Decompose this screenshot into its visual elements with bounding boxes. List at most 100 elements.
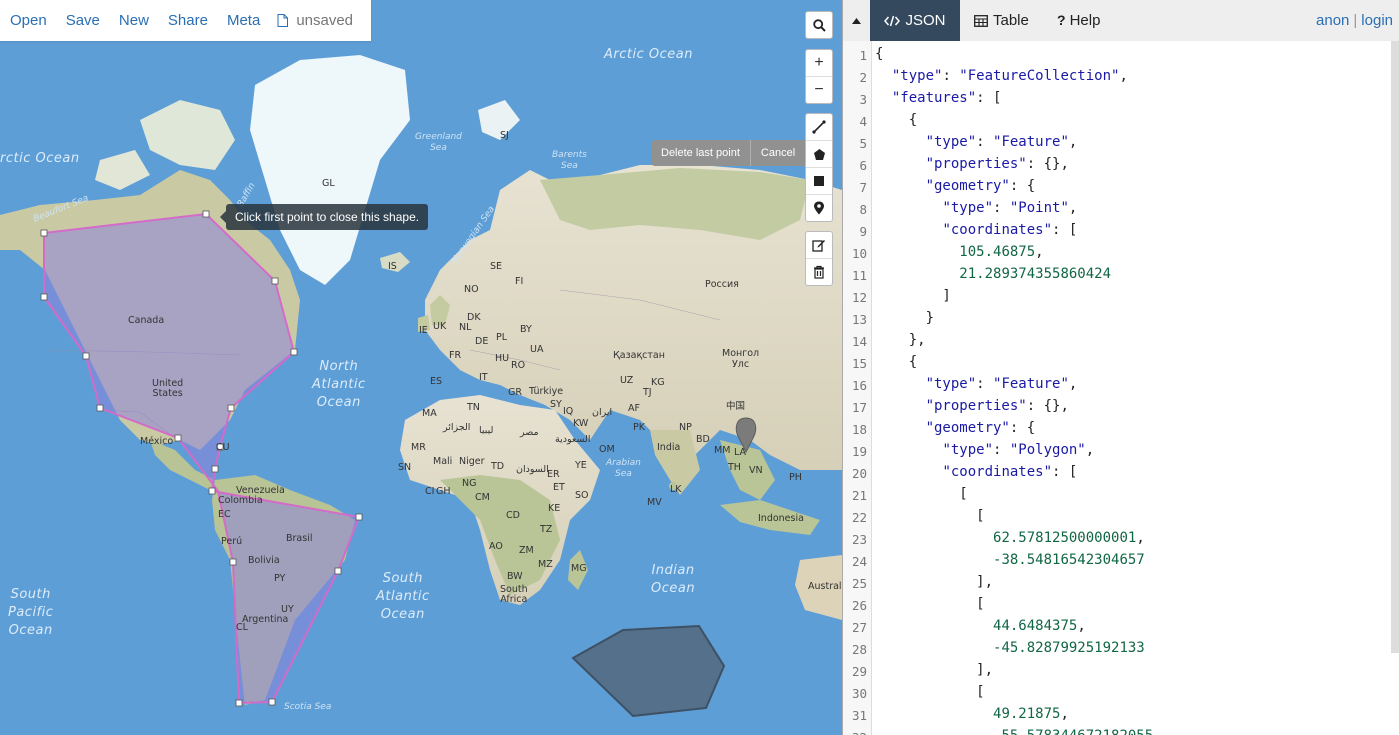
code-line: "geometry": { [875,178,1036,194]
label-uk: UK [433,321,447,332]
label-mg: MG [571,563,587,574]
label-lk: LK [670,484,682,495]
tab-table-label: Table [993,12,1029,29]
caret-up-icon [852,17,861,24]
line-number-gutter: 1 2 3 4 5 6 7 8 9 10 11 12 13 14 15 16 17 18 19 20 21 22 23 24 2… [843,41,872,735]
json-punct: , [1085,442,1095,458]
map-canvas[interactable]: Arctic Ocean rctic Ocean North Atlantic … [0,0,842,735]
label-it: IT [479,372,488,383]
draw-line-button[interactable] [806,114,832,141]
draw-rectangle-button[interactable] [806,168,832,195]
menu-meta[interactable]: Meta [227,12,260,29]
label-cu: CU [216,442,230,453]
panel-tabs: JSON Table ? Help anon | login [843,0,1399,41]
code-line: "type": "Point", [875,200,1077,216]
json-number: -38.54816542304657 [993,552,1145,568]
polygon-icon [813,148,825,160]
tab-help[interactable]: ? Help [1057,0,1100,41]
label-cd: CD [506,510,520,521]
label-bolivia: Bolivia [248,555,280,566]
edit-toolbar [805,231,833,286]
draw-polygon-button[interactable] [806,141,832,168]
menu-share[interactable]: Share [168,12,208,29]
label-turkey: Türkiye [529,386,564,397]
editor-scrollbar[interactable] [1391,41,1399,653]
label-barents-sea: Barents Sea [552,150,587,171]
code-line: -38.54816542304657 [875,552,1145,568]
land-arctic-islands [140,100,235,170]
json-punct [875,244,959,260]
login-link[interactable]: login [1361,12,1393,29]
json-punct [875,442,942,458]
json-punct: : [976,376,994,392]
line-number: 12 [851,290,867,305]
label-ng: NG [462,478,477,489]
label-mongolia: Монгол Улс [722,348,760,370]
menu-new[interactable]: New [119,12,149,29]
zoom-out-button[interactable]: − [806,77,832,103]
json-punct [875,200,942,216]
label-indonesia: Indonesia [758,513,804,524]
label-tj: TJ [643,387,652,398]
tab-json[interactable]: JSON [870,0,960,41]
draw-toolbar [805,113,833,222]
collapse-panel-button[interactable] [843,0,870,41]
line-number: 31 [851,708,867,723]
label-arctic-ocean: Arctic Ocean [604,47,693,62]
json-key: "coordinates" [942,464,1053,480]
json-key: "geometry" [925,420,1010,436]
line-number: 22 [851,510,867,525]
label-mz: MZ [538,559,553,570]
line-number: 28 [851,642,867,657]
label-zm: ZM [519,545,534,556]
label-ly: ليبيا [479,425,494,436]
label-et: ET [553,482,565,493]
edit-layers-button[interactable] [806,232,832,259]
json-key: "type" [925,134,977,150]
label-australia: Australi [808,581,842,592]
label-so: SO [575,490,589,501]
delete-layers-button[interactable] [806,259,832,285]
draw-marker-button[interactable] [806,195,832,221]
json-punct [875,222,942,238]
table-icon [974,14,988,27]
label-za: South Africa [500,584,528,605]
delete-last-point-button[interactable]: Delete last point [651,140,750,166]
menu-open[interactable]: Open [10,12,47,29]
label-peru: Perú [221,536,243,547]
cancel-draw-button[interactable]: Cancel [749,140,805,166]
code-line: -55.578344672182055 [875,728,1153,735]
json-editor[interactable]: 1 2 3 4 5 6 7 8 9 10 11 12 13 14 15 16 17 18 19 20 21 22 23 24 2… [843,41,1399,735]
label-dz: الجزائر [443,422,471,433]
menu-save[interactable]: Save [66,12,100,29]
zoom-in-button[interactable]: + [806,50,832,77]
json-punct: : [993,442,1010,458]
code-line: 105.46875, [875,244,1043,260]
label-north-atlantic: North Atlantic Ocean [312,359,366,410]
anon-link[interactable]: anon [1316,12,1349,29]
label-nl: NL [459,322,472,333]
json-punct [875,552,993,568]
line-number: 25 [851,576,867,591]
tab-table[interactable]: Table [974,0,1029,41]
code-line: "properties": {}, [875,156,1069,172]
json-punct [875,640,993,656]
draw-shape-fill [43,212,361,705]
code-line: "type": "FeatureCollection", [875,68,1128,84]
json-key: "properties" [925,398,1027,414]
line-number: 20 [851,466,867,481]
label-af: AF [628,403,640,414]
label-greenland-sea: Greenland Sea [415,132,462,153]
tab-json-label: JSON [905,12,946,29]
json-punct: : [942,68,960,84]
line-number: 30 [851,686,867,701]
json-punct [875,90,892,106]
line-number: 6 [859,158,867,173]
label-tn: TN [467,402,480,413]
json-punct: { [875,112,918,128]
json-punct [875,420,926,436]
label-se: SE [490,261,503,272]
label-russia: Россия [705,279,739,290]
line-number: 26 [851,598,867,613]
search-button[interactable] [806,12,832,38]
